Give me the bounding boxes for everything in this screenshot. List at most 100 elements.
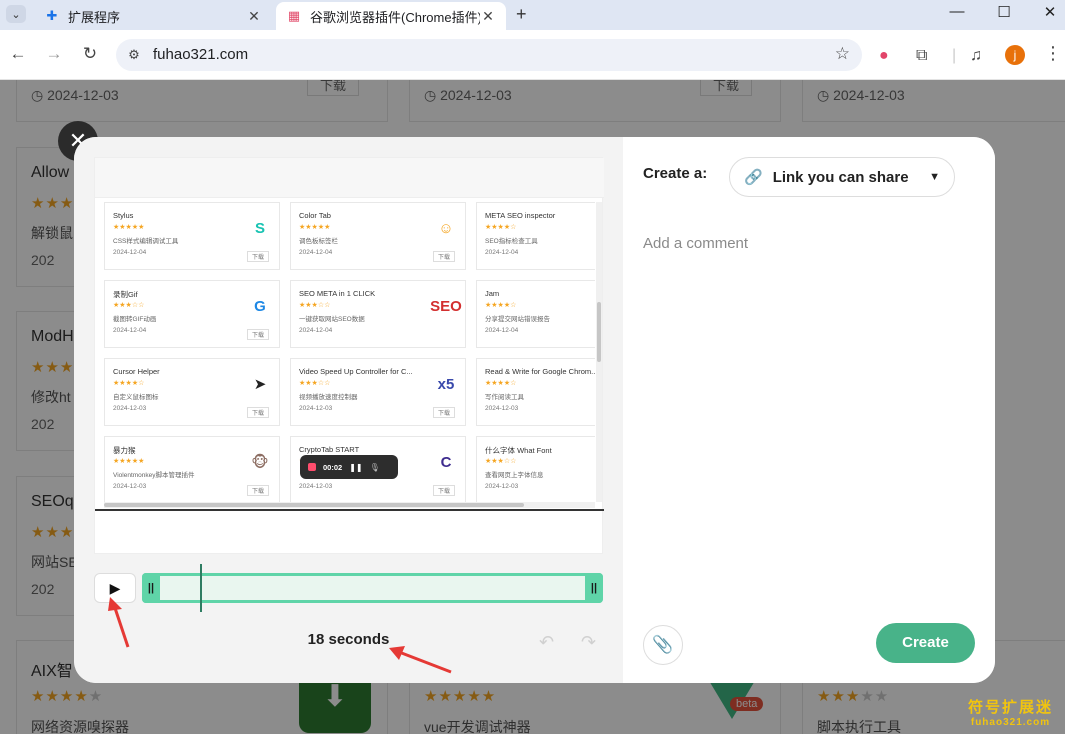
chevron-down-icon: ⌄ bbox=[11, 8, 21, 21]
trim-handle-right[interactable]: || bbox=[585, 573, 603, 603]
preview-card: 暴力猴 ★★★★★ Violentmonkey脚本管理插件 2024-12-03 🐵 下载 bbox=[104, 436, 280, 502]
menu-kebab-icon[interactable]: ⋮ bbox=[1044, 43, 1062, 64]
tab-title: 谷歌浏览器插件(Chrome插件)- bbox=[310, 9, 480, 25]
preview-card-title: Color Tab bbox=[299, 211, 331, 220]
window-close-button[interactable]: ✕ bbox=[1035, 3, 1065, 21]
share-modal: Stylus ★★★★★ CSS样式编辑调试工具 2024-12-04 S 下载 Color… bbox=[74, 137, 995, 683]
preview-card-desc: SEO指标检查工具 bbox=[485, 238, 538, 245]
toolbar-divider: | bbox=[952, 47, 957, 64]
preview-card-title: 暴力猴 bbox=[113, 446, 136, 455]
preview-card: Video Speed Up Controller for C... ★★★☆☆ 视… bbox=[290, 358, 466, 426]
preview-card-date: 2024-12-03 bbox=[113, 483, 147, 490]
preview-card-title: Video Speed Up Controller for C... bbox=[299, 367, 413, 376]
forward-button[interactable]: → bbox=[42, 44, 66, 64]
download-button: 下载 bbox=[247, 485, 270, 496]
preview-card-desc: Violentmonkey脚本管理插件 bbox=[113, 472, 195, 479]
rating-stars: ★★★★★ bbox=[113, 224, 145, 231]
preview-card: Stylus ★★★★★ CSS样式编辑调试工具 2024-12-04 S 下载 bbox=[104, 202, 280, 270]
tab-search-button[interactable]: ⌄ bbox=[6, 5, 26, 23]
trim-handle-left[interactable]: || bbox=[142, 573, 160, 603]
download-button: 下载 bbox=[433, 407, 456, 418]
create-button[interactable]: Create bbox=[876, 623, 975, 663]
preview-card: Cursor Helper ★★★★☆ 自定义鼠标图标 2024-12-03 ➤ 下载 bbox=[104, 358, 280, 426]
recording-time: 00:02 bbox=[323, 462, 343, 472]
back-button[interactable]: ← bbox=[6, 44, 30, 64]
preview-card-date: 2024-12-04 bbox=[299, 327, 333, 334]
rating-stars: ★★★☆☆ bbox=[113, 302, 145, 309]
chevron-down-icon: ▼ bbox=[929, 171, 940, 183]
site-favicon-icon: ▦ bbox=[287, 8, 301, 23]
video-editor: Stylus ★★★★★ CSS样式编辑调试工具 2024-12-04 S 下载 Color… bbox=[74, 137, 623, 683]
mic-off-icon: 🎙 bbox=[369, 462, 380, 472]
comment-input[interactable] bbox=[643, 235, 973, 252]
preview-card-title: 录制Gif bbox=[113, 290, 138, 299]
preview-card: 什么字体 What Font★★★☆☆查看网页上字体信息2024-12-03下载 bbox=[476, 436, 595, 502]
close-icon[interactable]: ✕ bbox=[480, 8, 496, 25]
rating-stars: ★★★☆☆ bbox=[299, 380, 331, 387]
rating-stars: ★★★★★ bbox=[113, 458, 145, 465]
puzzle-icon: ✚ bbox=[46, 8, 58, 23]
preview-card-desc: 截图转GIF动画 bbox=[113, 316, 157, 323]
preview-card-title: CryptoTab START bbox=[299, 445, 360, 454]
tab-extensions[interactable]: ✚ 扩展程序 ✕ bbox=[34, 2, 272, 30]
preview-card-title: META SEO inspector bbox=[485, 211, 556, 220]
tab-title: 扩展程序 bbox=[68, 9, 121, 25]
preview-card-date: 2024-12-03 bbox=[299, 483, 333, 490]
preview-card-title: Stylus bbox=[113, 211, 134, 220]
create-label: Create a: bbox=[643, 165, 708, 182]
rating-stars: ★★★★☆ bbox=[485, 224, 517, 231]
share-panel: Create a: 🔗 Link you can share ▼ 📎 Creat… bbox=[623, 137, 995, 683]
preview-card-date: 2024-12-03 bbox=[299, 405, 333, 412]
video-preview[interactable]: Stylus ★★★★★ CSS样式编辑调试工具 2024-12-04 S 下载 Color… bbox=[94, 157, 604, 554]
extension-logo: ☺ bbox=[438, 219, 454, 237]
annotation-arrow bbox=[108, 597, 130, 648]
undo-icon[interactable]: ↶ bbox=[539, 632, 554, 653]
bookmark-star-icon[interactable]: ☆ bbox=[835, 44, 850, 64]
address-bar[interactable]: ⚙ fuhao321.com ☆ bbox=[116, 39, 862, 71]
preview-card-title: 什么字体 What Font bbox=[485, 446, 552, 455]
preview-hscrollbar bbox=[104, 502, 595, 508]
preview-card-date: 2024-12-04 bbox=[299, 249, 333, 256]
preview-card: Color Tab ★★★★★ 调色板标签栏 2024-12-04 ☺ 下载 bbox=[290, 202, 466, 270]
extension-icon[interactable]: ● bbox=[879, 47, 889, 65]
pause-icon: ❚❚ bbox=[349, 462, 363, 472]
preview-card-title: Jam bbox=[485, 289, 500, 298]
preview-card-date: 2024-12-03 bbox=[485, 483, 519, 490]
preview-card-desc: 一键获取网站SEO数据 bbox=[299, 316, 365, 323]
share-type-label: Link you can share bbox=[772, 168, 909, 186]
rating-stars: ★★★★★ bbox=[299, 224, 331, 231]
reload-button[interactable]: ↻ bbox=[78, 44, 102, 64]
extensions-puzzle-icon[interactable]: ⧉ bbox=[916, 47, 927, 65]
extension-logo: S bbox=[254, 219, 265, 237]
preview-card-desc: 调色板标签栏 bbox=[299, 238, 338, 245]
maximize-button[interactable]: ☐ bbox=[989, 3, 1019, 21]
browser-toolbar: ← → ↻ ⚙ fuhao321.com ☆ ● ⧉ | ♫ j ⋮ bbox=[0, 30, 1065, 80]
rating-stars: ★★★★☆ bbox=[485, 302, 517, 309]
preview-card-date: 2024-12-04 bbox=[485, 249, 519, 256]
extension-logo: C bbox=[440, 453, 452, 471]
rating-stars: ★★★☆☆ bbox=[485, 458, 517, 465]
watermark: 符号扩展迷 fuhao321.com bbox=[967, 699, 1053, 728]
download-button: 下载 bbox=[247, 407, 270, 418]
download-button: 下载 bbox=[247, 329, 270, 340]
close-icon[interactable]: ✕ bbox=[246, 8, 262, 25]
media-control-icon[interactable]: ♫ bbox=[970, 47, 982, 65]
link-icon: 🔗 bbox=[744, 169, 763, 186]
preview-scrollbar bbox=[596, 202, 602, 502]
redo-icon[interactable]: ↷ bbox=[581, 632, 596, 653]
site-info-icon[interactable]: ⚙ bbox=[124, 45, 144, 65]
preview-card-desc: 分享提交网站错误报告 bbox=[485, 316, 550, 323]
attach-button[interactable]: 📎 bbox=[643, 625, 683, 665]
tab-active[interactable]: ▦ 谷歌浏览器插件(Chrome插件)- ✕ bbox=[276, 2, 506, 30]
paperclip-icon: 📎 bbox=[652, 635, 674, 654]
share-type-select[interactable]: 🔗 Link you can share ▼ bbox=[729, 157, 955, 197]
playhead[interactable] bbox=[200, 564, 202, 612]
trim-timeline[interactable]: || || bbox=[142, 564, 603, 612]
download-button: 下载 bbox=[247, 251, 270, 262]
preview-card: SEO META in 1 CLICK ★★★☆☆ 一键获取网站SEO数据 2024-… bbox=[290, 280, 466, 348]
rating-stars: ★★★★☆ bbox=[485, 380, 517, 387]
minimize-button[interactable]: — bbox=[942, 3, 972, 20]
avatar[interactable]: j bbox=[1005, 45, 1025, 65]
new-tab-button[interactable]: + bbox=[516, 4, 527, 25]
preview-card: 录制Gif ★★★☆☆ 截图转GIF动画 2024-12-04 G 下载 bbox=[104, 280, 280, 348]
